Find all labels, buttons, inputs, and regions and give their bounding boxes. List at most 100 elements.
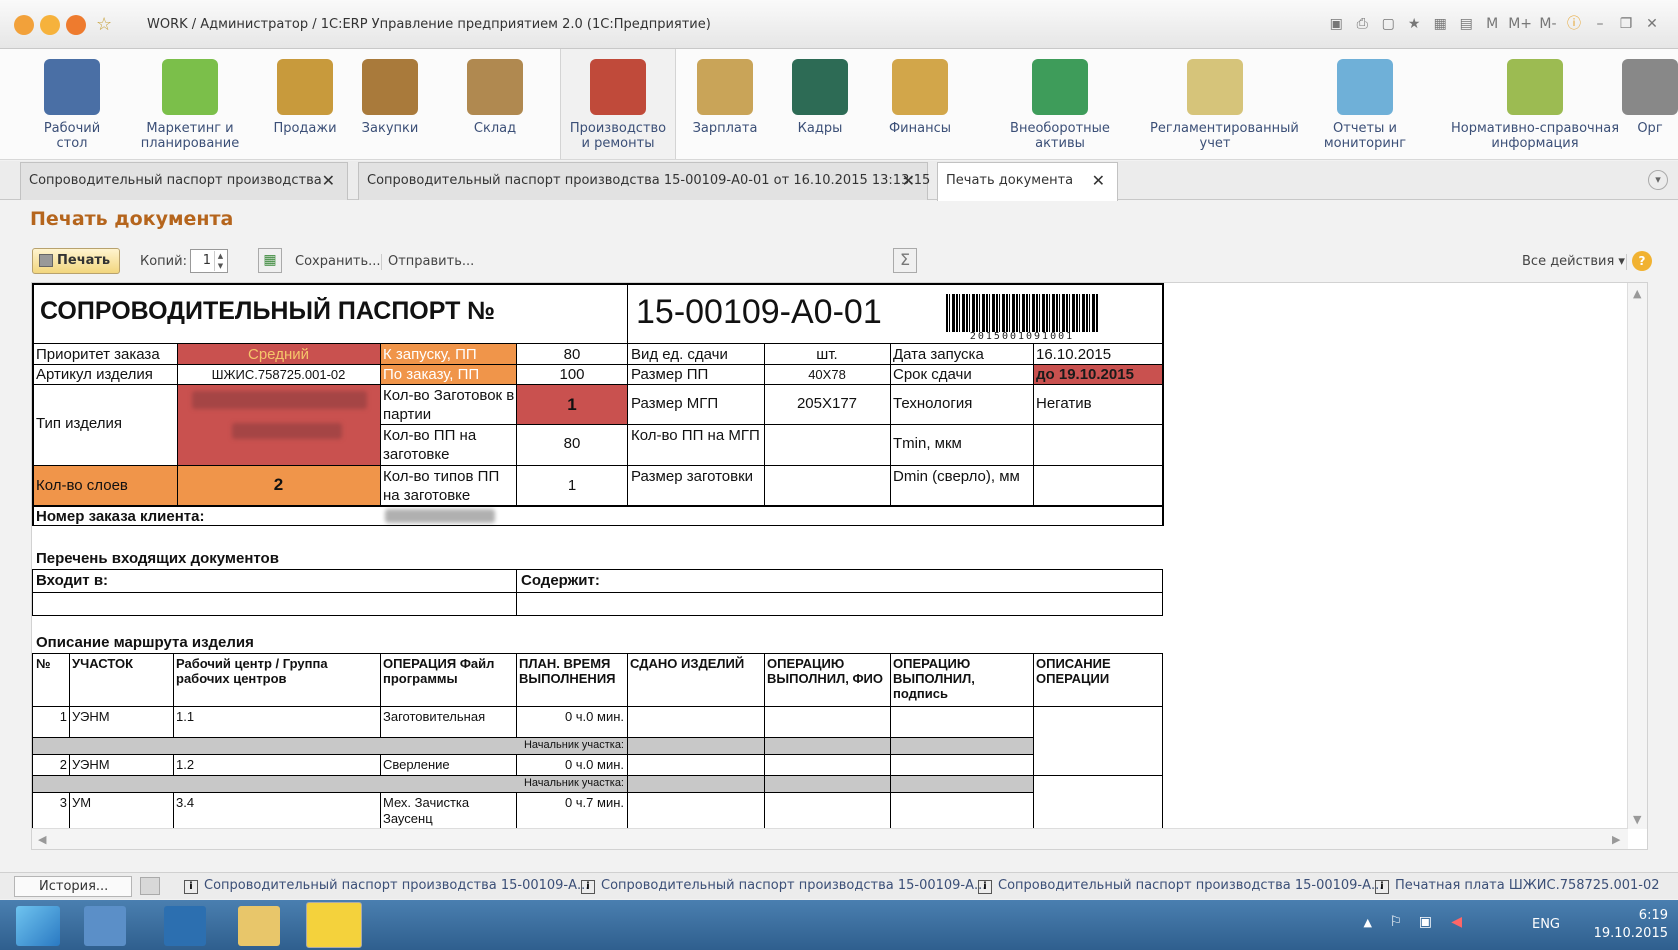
app-logo-icon[interactable]	[14, 15, 34, 35]
pp-types-label: Кол-во типов ПП на заготовке	[383, 468, 500, 504]
history-button[interactable]: История...	[14, 876, 132, 897]
server-manager-icon[interactable]	[84, 906, 126, 946]
minimize-icon[interactable]: –	[1590, 13, 1610, 35]
section-label: Кадры	[797, 121, 843, 136]
clock-date[interactable]: 19.10.2015	[1578, 926, 1668, 941]
memory-mminus-button[interactable]: M-	[1538, 13, 1558, 35]
section-building[interactable]: Внеоборотные активы	[980, 49, 1140, 159]
info-icon: i	[581, 880, 595, 894]
favorite-icon[interactable]: ★	[1404, 13, 1424, 35]
star-icon[interactable]: ☆	[96, 15, 116, 35]
section-coins[interactable]: Финансы	[860, 49, 980, 159]
section-binders[interactable]: Нормативно-справочная информация	[1420, 49, 1650, 159]
memory-mplus-button[interactable]: M+	[1508, 13, 1532, 35]
scroll-down-icon[interactable]: ▼	[1633, 813, 1641, 826]
calculator-icon[interactable]: ▦	[1430, 13, 1450, 35]
route-header-operation: ОПЕРАЦИЯ Файл программы	[383, 656, 495, 686]
truck-icon	[277, 59, 333, 115]
preview-icon[interactable]: ▢	[1378, 13, 1398, 35]
close-tab-icon[interactable]: ✕	[1092, 163, 1105, 199]
scroll-left-icon[interactable]: ◀	[38, 833, 46, 846]
memory-m-button[interactable]: M	[1482, 13, 1502, 35]
section-pie-chart[interactable]: Маркетинг и планирование	[120, 49, 260, 159]
spin-arrows-icon[interactable]: ▲ ▼	[214, 251, 226, 271]
section-label: Отчеты и мониторинг	[1323, 121, 1407, 151]
close-tab-icon[interactable]: ✕	[902, 163, 915, 199]
contains-label: Содержит:	[521, 572, 600, 589]
history-item[interactable]: i Сопроводительный паспорт производства 1…	[184, 878, 589, 894]
file-explorer-icon[interactable]	[238, 906, 280, 946]
boxes-icon	[362, 59, 418, 115]
route-row-work-center: 1.1	[176, 709, 195, 724]
windows-start-icon[interactable]	[16, 906, 60, 946]
powershell-icon[interactable]	[164, 906, 206, 946]
history-item[interactable]: i Сопроводительный паспорт производства 1…	[978, 878, 1383, 894]
section-boxes[interactable]: Закупки	[340, 49, 440, 159]
type-label: Тип изделия	[36, 415, 122, 432]
section-bar-chart[interactable]: Отчеты и мониторинг	[1300, 49, 1430, 159]
restore-icon[interactable]: ❐	[1616, 13, 1636, 35]
section-passport[interactable]: Кадры	[770, 49, 870, 159]
language-indicator[interactable]: ENG	[1532, 917, 1560, 932]
vertical-scrollbar[interactable]: ▲ ▼	[1627, 283, 1647, 829]
tabs-menu-icon[interactable]: ▾	[1648, 170, 1668, 190]
tab-print-document[interactable]: Печать документа ✕	[937, 162, 1118, 201]
route-header-plan-time: ПЛАН. ВРЕМЯ ВЫПОЛНЕНИЯ	[519, 656, 616, 686]
info-icon[interactable]: ⓘ	[1564, 13, 1584, 35]
home-icon[interactable]	[66, 15, 86, 35]
section-documents[interactable]: Регламентированный учет	[1150, 49, 1299, 159]
separator	[1626, 254, 1627, 270]
border	[32, 525, 1163, 526]
section-desktop[interactable]: Рабочий стол	[16, 49, 128, 159]
history-item[interactable]: i Печатная плата ШЖИС.758725.001-02	[1375, 878, 1660, 894]
tab-passport-document[interactable]: Сопроводительный паспорт производства 15…	[358, 162, 930, 200]
print-icon[interactable]: ⎙	[1352, 13, 1372, 35]
border	[890, 344, 891, 505]
close-tab-icon[interactable]: ✕	[322, 163, 335, 199]
volume-icon[interactable]: ◀	[1451, 914, 1462, 930]
border	[173, 792, 174, 829]
send-link[interactable]: Отправить...	[388, 254, 474, 269]
section-label: Склад	[473, 121, 517, 136]
save-icon[interactable]: ▣	[1326, 13, 1346, 35]
scroll-right-icon[interactable]: ▶	[1612, 833, 1620, 846]
launch-date-label: Дата запуска	[893, 346, 984, 363]
spreadsheet-document[interactable]: СОПРОВОДИТЕЛЬНЫЙ ПАСПОРТ № 15-00109-А0-0…	[31, 282, 1648, 850]
section-warehouse-shelf[interactable]: Склад	[430, 49, 560, 159]
border	[516, 653, 517, 737]
print-button[interactable]: Печать	[32, 248, 120, 274]
section-factory[interactable]: Производство и ремонты	[560, 49, 676, 159]
clock-time[interactable]: 6:19	[1598, 908, 1668, 923]
1c-enterprise-icon[interactable]	[306, 902, 362, 948]
all-actions-menu[interactable]: Все действия ▾	[1522, 254, 1625, 269]
tab-passport-list[interactable]: Сопроводительный паспорт производства ✕	[20, 162, 348, 200]
screen-icon[interactable]	[140, 877, 160, 895]
history-item-label: Сопроводительный паспорт производства 15…	[601, 878, 987, 893]
horizontal-scrollbar[interactable]: ◀ ▶	[32, 828, 1628, 849]
save-link[interactable]: Сохранить...	[295, 254, 381, 269]
section-abacus[interactable]: Зарплата	[670, 49, 780, 159]
section-label: Производство и ремонты	[569, 121, 667, 151]
tray-arrow-icon[interactable]: ▲	[1364, 916, 1372, 929]
border	[32, 706, 1163, 707]
history-item[interactable]: i Сопроводительный паспорт производства 1…	[581, 878, 986, 894]
flag-icon[interactable]: ⚐	[1389, 914, 1402, 930]
unit-value: шт.	[816, 346, 838, 363]
network-icon[interactable]: ▣	[1419, 914, 1432, 930]
border	[32, 775, 1163, 776]
menu-icon[interactable]	[40, 15, 60, 35]
pp-per-mgp-label: Кол-во ПП на МГП	[631, 427, 760, 444]
section-label: Финансы	[888, 121, 952, 136]
help-icon[interactable]: ?	[1632, 251, 1652, 271]
edit-sheet-icon[interactable]: ▦	[258, 248, 282, 273]
sum-button[interactable]: Σ	[893, 248, 917, 273]
calendar-icon[interactable]: ▤	[1456, 13, 1476, 35]
section-org[interactable]: Орг	[1620, 49, 1678, 159]
close-icon[interactable]: ✕	[1642, 13, 1662, 35]
article-value: ШЖИС.758725.001-02	[211, 367, 346, 382]
mgp-size-label: Размер МГП	[631, 395, 719, 412]
layers-label: Кол-во слоев	[36, 477, 128, 494]
copies-stepper[interactable]: 1 ▲ ▼	[190, 249, 228, 273]
scroll-up-icon[interactable]: ▲	[1633, 287, 1641, 300]
border	[380, 424, 1163, 425]
